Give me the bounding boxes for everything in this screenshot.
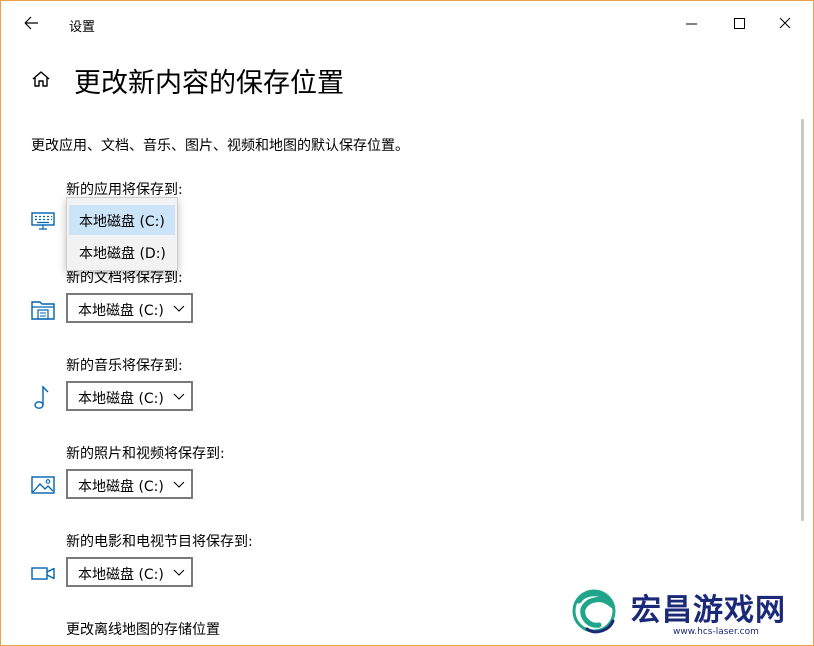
watermark-url: www.hcs-laser.com bbox=[673, 627, 759, 637]
chevron-down-icon bbox=[173, 481, 185, 488]
apps-save-label: 新的应用将保存到: bbox=[66, 182, 183, 198]
app-title: 设置 bbox=[69, 20, 96, 35]
music-save-label: 新的音乐将保存到: bbox=[66, 358, 183, 374]
dropdown-option-c[interactable]: 本地磁盘 (C:) bbox=[69, 205, 175, 235]
watermark-name: 宏昌游戏网 bbox=[631, 593, 786, 628]
music-location-dropdown[interactable]: 本地磁盘 (C:) bbox=[66, 381, 193, 411]
dropdown-value: 本地磁盘 (C:) bbox=[78, 391, 164, 407]
photos-save-label: 新的照片和视频将保存到: bbox=[66, 446, 225, 462]
page-description: 更改应用、文档、音乐、图片、视频和地图的默认保存位置。 bbox=[31, 138, 409, 154]
minimize-button[interactable] bbox=[669, 7, 713, 39]
page-title: 更改新内容的保存位置 bbox=[74, 68, 344, 99]
vertical-scrollbar[interactable] bbox=[801, 119, 804, 521]
folder-icon bbox=[31, 301, 55, 320]
watermark: 宏昌游戏网 www.hcs-laser.com bbox=[557, 575, 813, 645]
documents-location-dropdown[interactable]: 本地磁盘 (C:) bbox=[66, 293, 193, 323]
chevron-down-icon bbox=[173, 569, 185, 576]
close-icon bbox=[779, 17, 791, 29]
movies-save-label: 新的电影和电视节目将保存到: bbox=[66, 534, 253, 550]
movies-location-dropdown[interactable]: 本地磁盘 (C:) bbox=[66, 557, 193, 587]
video-camera-icon bbox=[31, 567, 55, 580]
dropdown-value: 本地磁盘 (C:) bbox=[78, 479, 164, 495]
minimize-icon bbox=[686, 23, 697, 25]
picture-icon bbox=[31, 476, 55, 494]
option-label: 本地磁盘 (D:) bbox=[79, 246, 166, 262]
dropdown-value: 本地磁盘 (C:) bbox=[78, 303, 164, 319]
home-icon[interactable] bbox=[29, 67, 53, 91]
close-button[interactable] bbox=[763, 7, 807, 39]
keyboard-icon bbox=[31, 212, 55, 230]
maximize-icon bbox=[734, 18, 745, 29]
settings-window: 设置 更改新内容的保存位置 更改应用、文档、音乐、图片、视频和地图的默认保存位置… bbox=[0, 0, 814, 646]
dropdown-option-d[interactable]: 本地磁盘 (D:) bbox=[69, 237, 175, 267]
title-bar: 设置 bbox=[1, 1, 813, 47]
option-label: 本地磁盘 (C:) bbox=[79, 214, 165, 230]
dropdown-value: 本地磁盘 (C:) bbox=[78, 567, 164, 583]
chevron-down-icon bbox=[173, 393, 185, 400]
watermark-logo-icon bbox=[572, 589, 616, 634]
back-button[interactable] bbox=[15, 9, 47, 37]
apps-location-dropdown-menu: 本地磁盘 (C:) 本地磁盘 (D:) bbox=[66, 197, 178, 271]
maximize-button[interactable] bbox=[717, 7, 761, 39]
chevron-down-icon bbox=[173, 305, 185, 312]
offline-maps-link[interactable]: 更改离线地图的存储位置 bbox=[66, 619, 220, 639]
photos-location-dropdown[interactable]: 本地磁盘 (C:) bbox=[66, 469, 193, 499]
music-note-icon bbox=[34, 385, 49, 409]
back-arrow-icon bbox=[24, 16, 38, 30]
